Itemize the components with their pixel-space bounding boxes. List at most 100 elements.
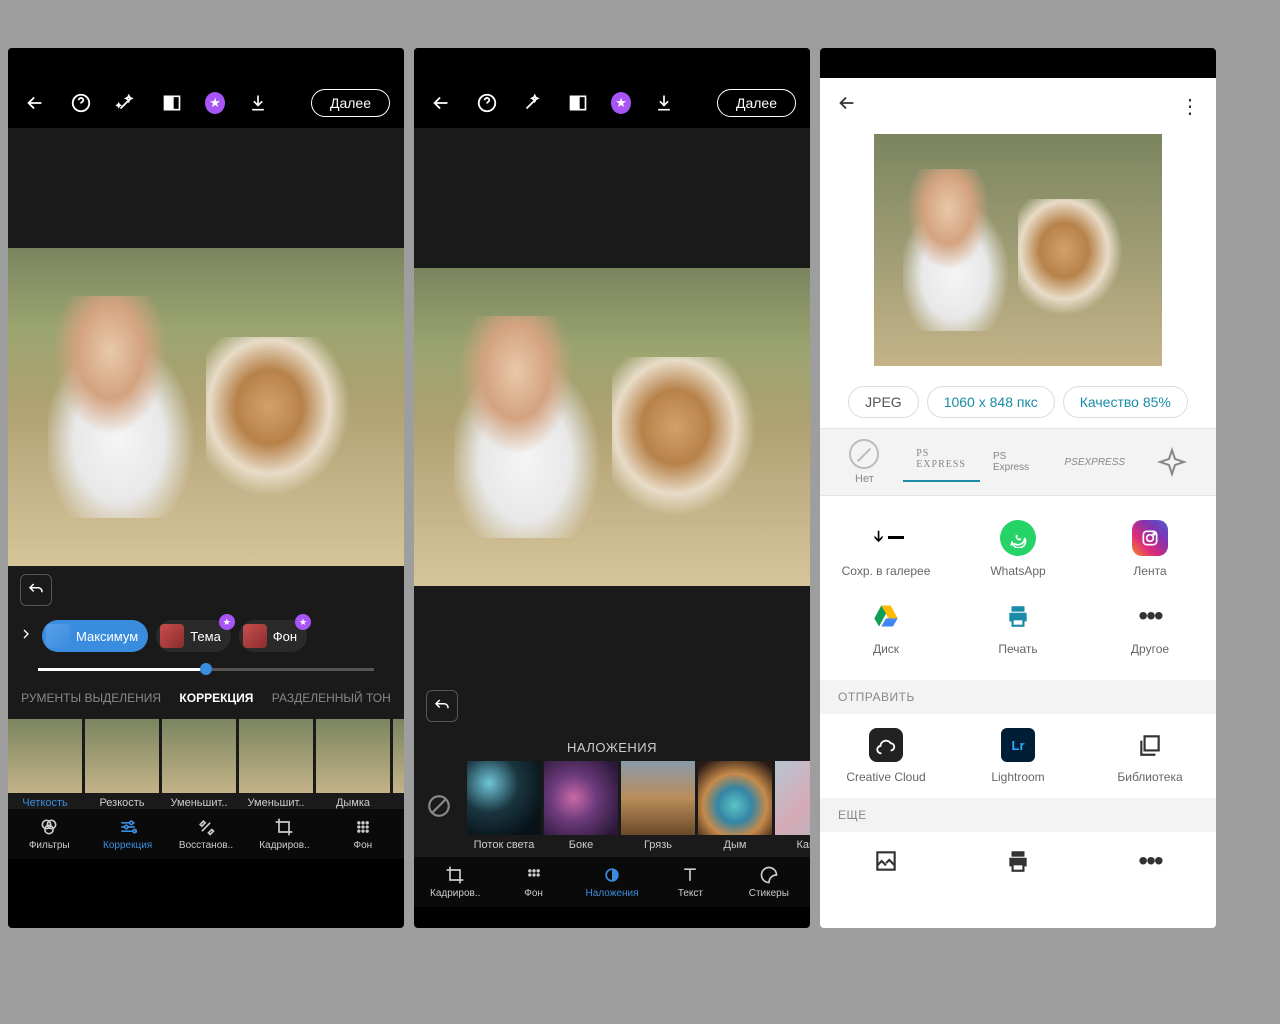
nav-correction[interactable]: Коррекция xyxy=(88,817,166,851)
share-whatsapp[interactable]: WhatsApp xyxy=(952,510,1084,588)
editor-overlays-screen: ★ Далее НАЛОЖЕНИЯ Поток света Боке xyxy=(414,48,810,928)
tab-correction[interactable]: КОРРЕКЦИЯ xyxy=(179,691,253,705)
nav-background[interactable]: Фон xyxy=(324,817,402,851)
export-share-screen: ⋮ JPEG 1060 x 848 пкс Качество 85% Нет P… xyxy=(820,48,1216,928)
size-pill[interactable]: 1060 x 848 пкс xyxy=(927,386,1055,418)
overlay-smoke[interactable]: Дым xyxy=(698,761,772,851)
canvas-padding-top xyxy=(414,128,810,268)
chip-maximum[interactable]: Максимум xyxy=(42,620,148,652)
nav-background[interactable]: Фон xyxy=(494,865,572,899)
bottom-nav: Фильтры Коррекция Восстанов.. Кадриров.. xyxy=(8,809,404,859)
quick-adjust-row: Максимум Тема ★ Фон ★ xyxy=(8,614,404,658)
adjust-slider[interactable] xyxy=(8,658,404,681)
watermark-psexpress-2[interactable]: PS Express xyxy=(980,445,1057,479)
premium-star-icon[interactable]: ★ xyxy=(611,92,631,114)
nav-stickers[interactable]: Стикеры xyxy=(730,865,808,899)
next-button[interactable]: Далее xyxy=(311,89,390,117)
download-icon[interactable] xyxy=(651,89,677,117)
overlay-strip[interactable]: Поток света Боке Грязь Дым Капли xyxy=(414,761,810,857)
help-icon[interactable] xyxy=(68,89,94,117)
send-creative-cloud[interactable]: Creative Cloud xyxy=(820,728,952,784)
overlay-light-stream[interactable]: Поток света xyxy=(467,761,541,851)
more-icon: ••• xyxy=(1132,598,1168,634)
back-button[interactable] xyxy=(428,89,454,117)
share-other[interactable]: ••• Другое xyxy=(1084,588,1216,666)
overlay-section-title: НАЛОЖЕНИЯ xyxy=(414,730,810,761)
quality-pill[interactable]: Качество 85% xyxy=(1063,386,1188,418)
watermark-psexpress-4[interactable] xyxy=(1133,445,1210,479)
preset-grain[interactable]: Зер.. xyxy=(393,719,404,809)
overlay-drops[interactable]: Капли xyxy=(775,761,810,851)
preset-clarity[interactable]: Четкость xyxy=(8,719,82,809)
share-instagram-feed[interactable]: Лента xyxy=(1084,510,1216,588)
watermark-psexpress-1[interactable]: PS EXPRESS xyxy=(903,442,980,482)
watermark-none[interactable]: Нет xyxy=(826,439,903,485)
nav-crop[interactable]: Кадриров.. xyxy=(416,865,494,899)
nav-crop[interactable]: Кадриров.. xyxy=(245,817,323,851)
status-bar xyxy=(8,48,404,78)
nav-filters[interactable]: Фильтры xyxy=(10,817,88,851)
more-icon: ••• xyxy=(1133,844,1167,878)
toolbar: ★ Далее xyxy=(414,78,810,128)
overlay-dirt[interactable]: Грязь xyxy=(621,761,695,851)
help-icon[interactable] xyxy=(474,89,500,117)
more-print[interactable] xyxy=(952,844,1084,878)
watermark-psexpress-3[interactable]: PSEXPRESS xyxy=(1056,445,1133,479)
bottom-nav: Кадриров.. Фон Наложения Текст xyxy=(414,857,810,907)
compare-icon[interactable] xyxy=(159,89,185,117)
next-button[interactable]: Далее xyxy=(717,89,796,117)
undo-button[interactable] xyxy=(426,690,458,722)
wallpaper-icon xyxy=(869,844,903,878)
undo-row xyxy=(414,682,810,730)
preset-haze[interactable]: Дымка xyxy=(316,719,390,809)
nav-restore[interactable]: Восстанов.. xyxy=(167,817,245,851)
watermark-logo-icon: PS Express xyxy=(993,445,1043,479)
premium-star-icon: ★ xyxy=(295,614,311,630)
send-lightroom[interactable]: Lr Lightroom xyxy=(952,728,1084,784)
canvas-image[interactable] xyxy=(414,268,810,586)
tab-split-tone[interactable]: РАЗДЕЛЕННЫЙ ТОН xyxy=(272,691,391,705)
share-drive[interactable]: Диск xyxy=(820,588,952,666)
overlay-none[interactable] xyxy=(414,761,464,851)
nav-overlays[interactable]: Наложения xyxy=(573,865,651,899)
canvas-image[interactable] xyxy=(8,248,404,566)
compare-icon[interactable] xyxy=(565,89,591,117)
tab-selection-tools[interactable]: РУМЕНТЫ ВЫДЕЛЕНИЯ xyxy=(21,691,161,705)
canvas-padding-bottom xyxy=(414,586,810,682)
instagram-icon xyxy=(1132,520,1168,556)
preset-reduce-2[interactable]: Уменьшит.. xyxy=(239,719,313,809)
send-library[interactable]: Библиотека xyxy=(1084,728,1216,784)
magic-wand-icon[interactable] xyxy=(520,89,546,117)
crop-icon xyxy=(274,817,294,837)
chevron-right-icon[interactable] xyxy=(18,625,34,648)
share-print[interactable]: Печать xyxy=(952,588,1084,666)
background-icon xyxy=(524,865,544,885)
more-other[interactable]: ••• xyxy=(1084,844,1216,878)
premium-star-icon[interactable]: ★ xyxy=(205,92,225,114)
more-set-wallpaper[interactable] xyxy=(820,844,952,878)
preset-strip[interactable]: Четкость Резкость Уменьшит.. Уменьшит.. … xyxy=(8,715,404,809)
watermark-logo-icon: PS EXPRESS xyxy=(916,442,966,476)
magic-wand-icon[interactable] xyxy=(114,89,140,117)
chip-label: Фон xyxy=(273,629,297,644)
nav-text[interactable]: Текст xyxy=(651,865,729,899)
download-icon[interactable] xyxy=(245,89,271,117)
print-icon xyxy=(1001,844,1035,878)
undo-button[interactable] xyxy=(20,574,52,606)
editor-correction-screen: ★ Далее Максимум Тема xyxy=(8,48,404,928)
menu-icon[interactable]: ⋮ xyxy=(1180,94,1200,119)
back-button[interactable] xyxy=(22,89,48,117)
preset-sharpness[interactable]: Резкость xyxy=(85,719,159,809)
chip-theme[interactable]: Тема ★ xyxy=(156,620,231,652)
toolbar: ★ Далее xyxy=(8,78,404,128)
chip-background[interactable]: Фон ★ xyxy=(239,620,307,652)
lightroom-icon: Lr xyxy=(1001,728,1035,762)
premium-star-icon: ★ xyxy=(219,614,235,630)
more-section-label: ЕЩЕ xyxy=(820,798,1216,832)
back-button[interactable] xyxy=(836,92,858,120)
overlay-bokeh[interactable]: Боке xyxy=(544,761,618,851)
share-gallery[interactable]: Сохр. в галерее xyxy=(820,510,952,588)
preset-reduce-1[interactable]: Уменьшит.. xyxy=(162,719,236,809)
preview-image xyxy=(874,134,1162,366)
format-pill[interactable]: JPEG xyxy=(848,386,919,418)
